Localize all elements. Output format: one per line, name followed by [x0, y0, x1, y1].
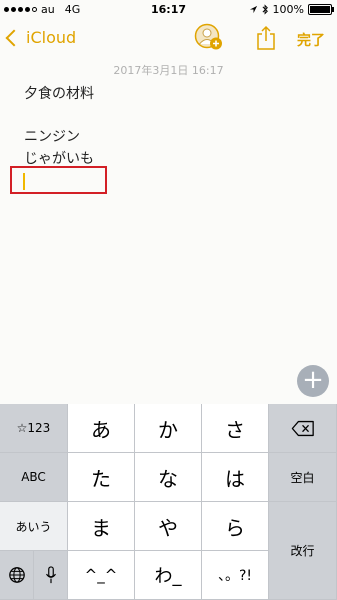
highlight-box: [10, 166, 107, 194]
kana-key-ka[interactable]: か: [135, 404, 202, 453]
emoticon-key[interactable]: ^_^: [68, 551, 135, 600]
kana-key-ta[interactable]: た: [68, 453, 135, 502]
battery-percent: 100%: [272, 3, 304, 16]
back-label: iCloud: [26, 28, 77, 47]
kana-key-ra[interactable]: ら: [202, 502, 269, 551]
kana-key-ha[interactable]: は: [202, 453, 269, 502]
chevron-left-icon: [5, 29, 23, 47]
note-title[interactable]: 夕食の材料: [24, 83, 94, 103]
return-key[interactable]: 改行: [269, 502, 337, 600]
bluetooth-icon: [262, 4, 268, 15]
kana-key-sa[interactable]: さ: [202, 404, 269, 453]
add-button[interactable]: +: [297, 365, 329, 397]
status-right: 100%: [249, 3, 334, 16]
space-key[interactable]: 空白: [269, 453, 337, 502]
nav-bar: iCloud 完了: [0, 20, 337, 58]
share-icon[interactable]: [256, 25, 276, 51]
numbers-key[interactable]: ☆123: [0, 404, 68, 453]
text-cursor: [23, 173, 25, 190]
abc-key[interactable]: ABC: [0, 453, 68, 502]
kana-key-ma[interactable]: ま: [68, 502, 135, 551]
done-button[interactable]: 完了: [297, 30, 325, 50]
note-line[interactable]: ニンジン: [24, 126, 80, 146]
battery-icon: [308, 4, 334, 15]
punctuation-key[interactable]: 、。?!: [202, 551, 269, 600]
kana-key-ya[interactable]: や: [135, 502, 202, 551]
back-button[interactable]: iCloud: [5, 28, 77, 47]
mic-key[interactable]: [34, 551, 68, 600]
kana-key-a[interactable]: あ: [68, 404, 135, 453]
status-bar: au 4G 16:17 100%: [0, 0, 337, 20]
globe-icon: [8, 567, 25, 583]
backspace-key[interactable]: [269, 404, 337, 453]
location-icon: [249, 5, 257, 14]
note-timestamp: 2017年3月1日 16:17: [113, 64, 224, 77]
kana-key-na[interactable]: な: [135, 453, 202, 502]
microphone-icon: [45, 566, 56, 584]
note-line[interactable]: じゃがいも: [24, 148, 94, 168]
keyboard: ☆123 ABC あいう あ か さ た な は ま や ら ^_^ わ_ 、。…: [0, 404, 337, 600]
kana-key[interactable]: あいう: [0, 502, 68, 551]
delete-icon: [291, 420, 314, 436]
globe-key[interactable]: [0, 551, 34, 600]
kana-key-wa[interactable]: わ_: [135, 551, 202, 600]
add-people-icon[interactable]: [194, 22, 224, 52]
